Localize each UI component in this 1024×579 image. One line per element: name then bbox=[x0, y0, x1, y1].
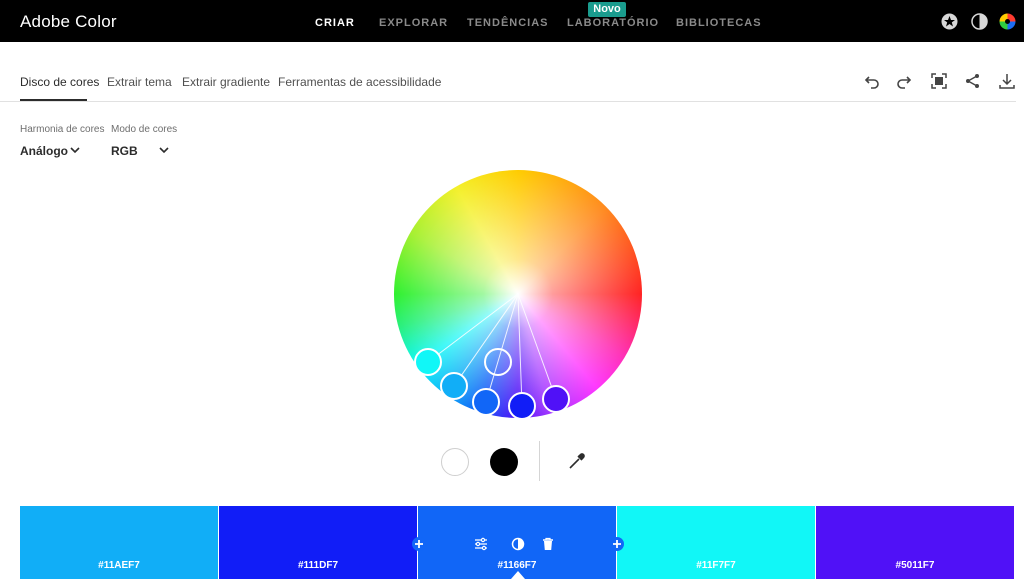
fullscreen-icon[interactable] bbox=[931, 73, 947, 89]
swatch-hex[interactable]: #11AEF7 bbox=[20, 560, 218, 571]
half-moon-icon[interactable] bbox=[971, 13, 988, 30]
share-icon[interactable] bbox=[965, 73, 981, 89]
harmony-select[interactable]: Análogo bbox=[20, 144, 68, 158]
swatch-5[interactable]: #5011F7 bbox=[816, 506, 1014, 579]
white-color-button[interactable] bbox=[441, 448, 469, 476]
star-badge-icon[interactable] bbox=[941, 13, 958, 30]
wheel-marker-blue[interactable] bbox=[508, 392, 536, 420]
nav-bibliotecas[interactable]: BIBLIOTECAS bbox=[676, 17, 762, 29]
harmony-label: Harmonia de cores bbox=[20, 124, 105, 135]
download-icon[interactable] bbox=[999, 73, 1015, 89]
chevron-down-icon[interactable] bbox=[70, 146, 80, 154]
wheel-marker-violet[interactable] bbox=[542, 385, 570, 413]
tab-extrair-gradiente[interactable]: Extrair gradiente bbox=[182, 75, 270, 89]
color-mode-select[interactable]: RGB bbox=[111, 144, 138, 158]
tab-ferramentas-acessibilidade[interactable]: Ferramentas de acessibilidade bbox=[278, 75, 441, 89]
add-color-right-icon[interactable] bbox=[610, 537, 624, 551]
undo-icon[interactable] bbox=[864, 73, 880, 89]
wheel-marker-base[interactable] bbox=[472, 388, 500, 416]
wheel-marker-cyan[interactable] bbox=[414, 348, 442, 376]
tab-disco-de-cores[interactable]: Disco de cores bbox=[20, 75, 99, 89]
top-bar: Adobe Color CRIAR EXPLORAR TENDÊNCIAS LA… bbox=[0, 0, 1024, 42]
swatch-1[interactable]: #11AEF7 bbox=[20, 506, 218, 579]
nav-explorar[interactable]: EXPLORAR bbox=[379, 17, 448, 29]
active-tab-indicator bbox=[20, 99, 87, 101]
divider bbox=[539, 441, 540, 481]
swatch-4[interactable]: #11F7F7 bbox=[617, 506, 815, 579]
nav-laboratorio[interactable]: LABORATÓRIO bbox=[567, 17, 659, 29]
base-color-indicator bbox=[511, 571, 525, 579]
new-badge: Novo bbox=[588, 2, 626, 17]
color-mode-label: Modo de cores bbox=[111, 124, 178, 135]
swatch-hex[interactable]: #11F7F7 bbox=[617, 560, 815, 571]
eyedropper-icon[interactable] bbox=[567, 451, 587, 471]
contrast-icon[interactable] bbox=[511, 537, 525, 551]
tab-extrair-tema[interactable]: Extrair tema bbox=[107, 75, 172, 89]
color-wheel[interactable] bbox=[394, 170, 642, 420]
swatch-hex[interactable]: #111DF7 bbox=[219, 560, 417, 571]
chevron-down-icon[interactable] bbox=[159, 146, 169, 154]
trash-icon[interactable] bbox=[541, 537, 555, 551]
swatch-2[interactable]: #111DF7 bbox=[219, 506, 417, 579]
black-color-button[interactable] bbox=[490, 448, 518, 476]
nav-criar[interactable]: CRIAR bbox=[315, 17, 355, 29]
nav-tendencias[interactable]: TENDÊNCIAS bbox=[467, 17, 549, 29]
color-wheel-avatar-icon[interactable] bbox=[999, 13, 1016, 30]
harmony-lines bbox=[414, 293, 570, 420]
sliders-icon[interactable] bbox=[474, 537, 488, 551]
wheel-marker-sky[interactable] bbox=[440, 372, 468, 400]
app-title[interactable]: Adobe Color bbox=[20, 12, 117, 32]
swatch-hex[interactable]: #5011F7 bbox=[816, 560, 1014, 571]
add-color-left-icon[interactable] bbox=[412, 537, 426, 551]
redo-icon[interactable] bbox=[896, 73, 912, 89]
swatch-hex[interactable]: #1166F7 bbox=[418, 560, 616, 571]
